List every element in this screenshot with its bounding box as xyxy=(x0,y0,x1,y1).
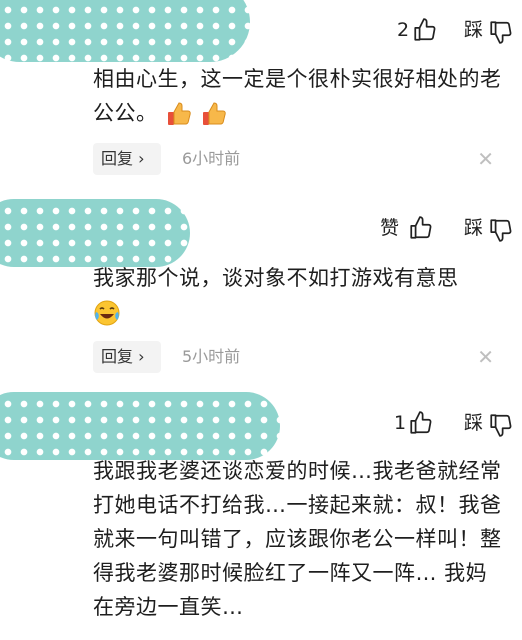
reply-button[interactable]: 回复 › xyxy=(93,341,161,373)
reply-button[interactable]: 回复 › xyxy=(93,143,161,175)
thumbs-up-emoji-icon xyxy=(167,102,191,125)
thumbs-up-icon[interactable] xyxy=(408,410,434,436)
thumbs-up-emoji-icon xyxy=(202,102,226,125)
comment-actions: 2 踩 xyxy=(322,16,522,44)
comment-actions: 1 踩 xyxy=(322,409,522,437)
laugh-cry-emoji-icon xyxy=(94,300,120,326)
avatar-username-mask xyxy=(0,199,190,267)
like-label: 赞 xyxy=(380,217,400,239)
thumbs-down-icon[interactable] xyxy=(488,412,514,438)
timestamp: 6小时前 xyxy=(182,149,241,168)
like-count: 1 xyxy=(394,412,407,434)
comment-3: 1 踩 我跟我老婆还谈恋爱的时候…我老爸就经常打她电话不打给我…一接起来就：叔！… xyxy=(0,380,522,640)
like-count: 2 xyxy=(397,19,410,41)
dislike-label: 踩 xyxy=(464,217,484,239)
comment-2: 赞 踩 我家那个说，谈对象不如打游戏有意思 回复 › 5小时前 ✕ xyxy=(0,185,522,380)
comment-actions: 赞 踩 xyxy=(322,214,522,242)
thumbs-down-icon[interactable] xyxy=(488,217,514,243)
comment-text: 我家那个说，谈对象不如打游戏有意思 xyxy=(93,261,503,329)
avatar-username-mask xyxy=(0,0,250,62)
close-icon[interactable]: ✕ xyxy=(477,143,494,175)
thumbs-up-icon[interactable] xyxy=(412,17,438,43)
thumbs-down-icon[interactable] xyxy=(488,19,514,45)
avatar-username-mask xyxy=(0,392,280,460)
thumbs-up-icon[interactable] xyxy=(408,215,434,241)
close-icon[interactable]: ✕ xyxy=(477,341,494,373)
comment-text: 相由心生，这一定是个很朴实很好相处的老公公。 xyxy=(93,62,503,130)
dislike-label: 踩 xyxy=(464,19,484,41)
comment-text: 我跟我老婆还谈恋爱的时候…我老爸就经常打她电话不打给我…一接起来就：叔！我爸就来… xyxy=(93,459,502,619)
comment-1: 2 踩 相由心生，这一定是个很朴实很好相处的老公公。 回复 › 6小时前 ✕ xyxy=(0,0,522,185)
timestamp: 5小时前 xyxy=(182,347,241,366)
dislike-label: 踩 xyxy=(464,412,484,434)
